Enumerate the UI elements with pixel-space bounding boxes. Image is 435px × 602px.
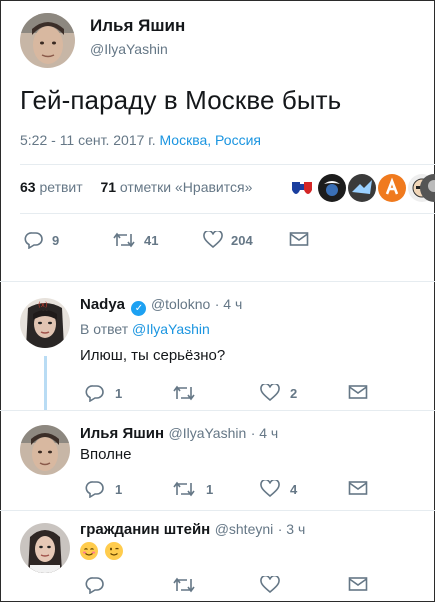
author-avatar[interactable] [20, 13, 75, 68]
reply-icon [24, 232, 43, 249]
divider [20, 164, 435, 165]
reply-actions [82, 576, 382, 596]
retweet-icon [173, 385, 195, 401]
likes-label[interactable]: отметки «Нравится» [120, 179, 252, 195]
retweet-count: 41 [144, 232, 159, 248]
reply-actions: 1 1 4 [82, 480, 382, 500]
liker-avatar[interactable] [318, 174, 346, 202]
direct-message-button[interactable] [348, 576, 378, 592]
retweets-label[interactable]: ретвит [39, 179, 82, 195]
reply-author-name[interactable]: гражданин штейн [80, 521, 210, 538]
reply-avatar-ilya[interactable] [20, 425, 70, 475]
likes-count[interactable]: 71 [100, 179, 116, 195]
heart-icon [260, 576, 280, 594]
author-name[interactable]: Илья Яшин [90, 16, 185, 36]
retweets-count[interactable]: 63 [20, 179, 36, 195]
reply-button[interactable]: 1 [85, 384, 122, 402]
divider [0, 510, 435, 511]
reply-icon [85, 481, 104, 498]
reply-count: 1 [115, 481, 123, 497]
like-button[interactable]: 204 [203, 231, 253, 249]
reply-author-handle[interactable]: @shteyni [215, 521, 274, 537]
tweet-stats: 63 ретвит 71 отметки «Нравится» [20, 179, 252, 195]
retweet-icon [173, 481, 195, 497]
reply-to: В ответ @IlyaYashin [80, 321, 210, 337]
reply-avatar-nadya[interactable]: (x) [20, 298, 70, 348]
smiling-face-icon [80, 542, 98, 560]
divider [0, 281, 435, 282]
verified-badge-icon: ✓ [131, 301, 147, 316]
like-button[interactable]: 2 [260, 384, 297, 402]
tweet-text: Гей-параду в Москве быть [20, 85, 342, 115]
tweet-location[interactable]: Москва, Россия [159, 132, 261, 148]
liker-avatar[interactable] [378, 174, 406, 202]
direct-message-button[interactable] [348, 384, 378, 400]
liker-avatar[interactable] [288, 174, 316, 202]
retweet-button[interactable]: 41 [112, 231, 158, 249]
heart-icon [203, 231, 223, 249]
reply-icon [85, 577, 104, 594]
reply-author-name[interactable]: Илья Яшин [80, 425, 164, 442]
winking-face-icon [105, 542, 124, 560]
divider [20, 213, 435, 214]
reply-icon [85, 385, 104, 402]
reply-count: 1 [115, 385, 123, 401]
divider [0, 410, 435, 411]
retweet-icon [113, 232, 135, 248]
like-count: 2 [290, 385, 298, 401]
like-button[interactable]: 4 [260, 480, 297, 498]
reply-actions: 1 2 [82, 384, 382, 404]
reply-age[interactable]: · 3 ч [278, 521, 306, 537]
reply-text: Илюш, ты серьёзно? [80, 347, 226, 364]
reply-avatar-shteyni[interactable] [20, 523, 70, 573]
reply-age[interactable]: · 4 ч [251, 425, 279, 441]
heart-icon [260, 384, 280, 402]
thread-line [44, 356, 47, 410]
retweet-button[interactable] [172, 384, 206, 402]
tweet-meta: 5:22 - 11 сент. 2017 г. Москва, Россия [20, 132, 261, 148]
tweet-timestamp[interactable]: 5:22 - 11 сент. 2017 г. [20, 132, 156, 148]
liker-avatar[interactable] [348, 174, 376, 202]
envelope-icon [348, 385, 368, 399]
reply-author-handle[interactable]: @tolokno [151, 296, 210, 312]
reply-button[interactable]: 9 [24, 231, 59, 249]
retweet-count: 1 [206, 481, 214, 497]
direct-message-button[interactable] [348, 480, 378, 496]
envelope-icon [348, 577, 368, 591]
reply-author-handle[interactable]: @IlyaYashin [168, 425, 246, 441]
envelope-icon [289, 232, 309, 246]
direct-message-button[interactable] [289, 231, 317, 247]
svg-text:(x): (x) [38, 301, 48, 309]
reply-header: Илья Яшин @IlyaYashin · 4 ч [80, 425, 278, 443]
reply-to-prefix: В ответ [80, 321, 129, 337]
envelope-icon [348, 481, 368, 495]
reply-count: 9 [52, 232, 60, 248]
retweet-icon [173, 577, 195, 593]
retweet-button[interactable]: 1 [172, 480, 213, 498]
reply-age[interactable]: · 4 ч [215, 296, 243, 312]
reply-header: гражданин штейн @shteyni · 3 ч [80, 521, 305, 539]
reply-button[interactable] [85, 576, 115, 594]
heart-icon [260, 480, 280, 498]
like-count: 4 [290, 481, 298, 497]
reply-text [80, 542, 126, 561]
like-count: 204 [231, 232, 253, 248]
reply-button[interactable]: 1 [85, 480, 122, 498]
author-handle[interactable]: @IlyaYashin [90, 41, 168, 57]
retweet-button[interactable] [172, 576, 206, 594]
reply-text: Вполне [80, 446, 132, 463]
reply-header: Nadya ✓ @tolokno · 4 ч [80, 296, 242, 316]
tweet-actions: 9 41 204 [20, 231, 320, 253]
like-button[interactable] [260, 576, 290, 594]
reply-to-handle[interactable]: @IlyaYashin [132, 321, 210, 337]
reply-author-name[interactable]: Nadya [80, 296, 125, 313]
